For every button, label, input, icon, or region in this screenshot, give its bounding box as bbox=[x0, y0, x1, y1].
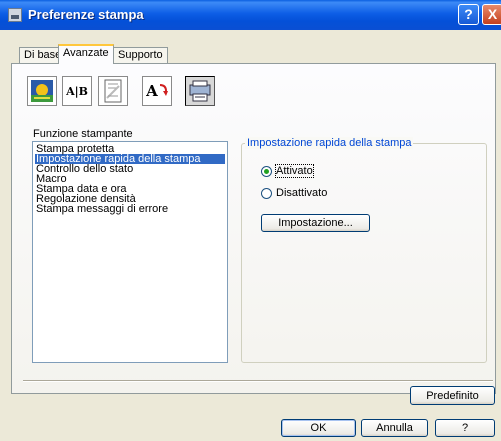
default-button[interactable]: Predefinito bbox=[410, 386, 495, 405]
duplex-button[interactable]: A|B bbox=[62, 76, 92, 106]
radio-attivato[interactable] bbox=[261, 166, 272, 177]
feature-listbox[interactable]: Stampa protetta Impostazione rapida dell… bbox=[32, 141, 228, 363]
device-options-button[interactable] bbox=[185, 76, 215, 106]
title-bar[interactable]: Preferenze stampa ? X bbox=[0, 0, 501, 30]
title-close-button[interactable]: X bbox=[482, 4, 501, 25]
page-setting-icon: A bbox=[146, 82, 158, 100]
list-item[interactable]: Stampa messaggi di errore bbox=[35, 204, 227, 215]
radio-attivato-label[interactable]: Attivato bbox=[275, 164, 314, 178]
radio-disattivato-label[interactable]: Disattivato bbox=[276, 187, 327, 199]
tab-avanzate[interactable]: Avanzate bbox=[58, 44, 114, 64]
print-quality-button[interactable] bbox=[27, 76, 57, 106]
watermark-icon bbox=[104, 79, 122, 103]
tab-supporto[interactable]: Supporto bbox=[113, 47, 168, 63]
device-options-icon bbox=[189, 80, 211, 102]
settings-button[interactable]: Impostazione... bbox=[261, 214, 370, 232]
ok-button[interactable]: OK bbox=[281, 419, 356, 437]
page-setting-button[interactable]: A bbox=[142, 76, 172, 106]
rotate-arrow-icon bbox=[159, 84, 168, 96]
radio-disattivato[interactable] bbox=[261, 188, 272, 199]
group-title: Impostazione rapida della stampa bbox=[245, 137, 414, 149]
window-title: Preferenze stampa bbox=[28, 7, 144, 22]
print-quality-icon bbox=[31, 80, 53, 102]
separator bbox=[23, 380, 493, 382]
cancel-button[interactable]: Annulla bbox=[361, 419, 428, 437]
watermark-button[interactable] bbox=[98, 76, 128, 106]
duplex-icon: A|B bbox=[66, 84, 88, 98]
feature-list-label: Funzione stampante bbox=[33, 128, 133, 140]
title-help-button[interactable]: ? bbox=[458, 4, 479, 25]
help-button[interactable]: ? bbox=[435, 419, 495, 437]
printer-icon bbox=[8, 8, 22, 22]
